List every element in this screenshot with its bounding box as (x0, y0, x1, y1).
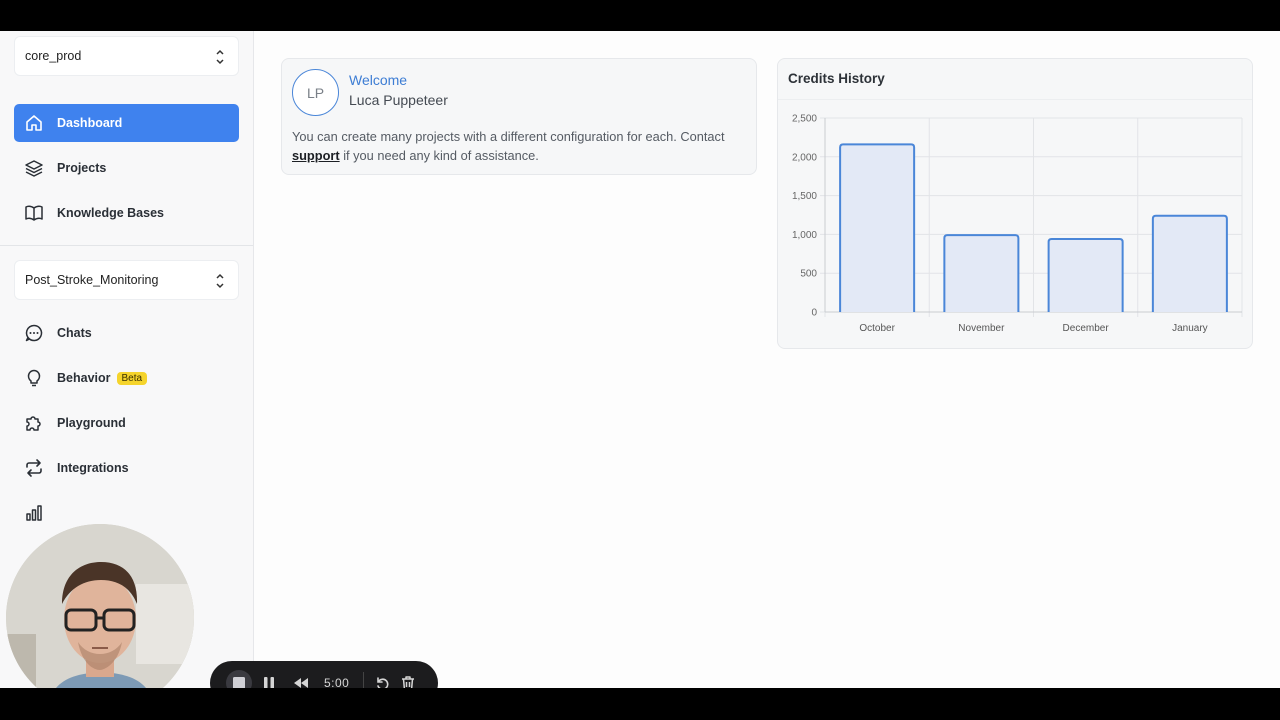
pause-icon (264, 677, 274, 688)
repeat-icon (26, 459, 42, 477)
nav-integrations-label: Integrations (57, 461, 129, 475)
sidebar-divider (0, 245, 253, 246)
y-tick-label: 2,500 (792, 114, 817, 125)
nav-analytics[interactable] (14, 494, 239, 532)
y-tick-label: 1,000 (792, 230, 817, 241)
y-tick-label: 1,500 (792, 191, 817, 202)
restart-icon (377, 677, 389, 688)
welcome-heading: Welcome (349, 72, 408, 88)
nav-behavior-label: Behavior (57, 371, 111, 385)
welcome-message: You can create many projects with a diff… (292, 127, 754, 165)
y-tick-label: 500 (800, 269, 817, 280)
welcome-card: LP Welcome Luca Puppeteer You can create… (281, 58, 757, 175)
bar-december (1047, 238, 1124, 312)
nav-knowledge-bases-label: Knowledge Bases (57, 206, 164, 220)
rewind-button[interactable] (292, 676, 310, 688)
beta-badge: Beta (116, 371, 148, 385)
rewind-icon (294, 678, 308, 688)
nav-behavior[interactable]: Behavior Beta (14, 359, 239, 397)
nav-knowledge-bases[interactable]: Knowledge Bases (14, 194, 239, 232)
trash-icon (402, 676, 415, 688)
stop-button[interactable] (226, 670, 252, 688)
x-tick-label: November (958, 323, 1005, 334)
nav-chats[interactable]: Chats (14, 314, 239, 352)
bar-november (943, 234, 1020, 312)
chart-title: Credits History (788, 71, 885, 86)
project-select[interactable]: Post_Stroke_Monitoring (14, 260, 239, 300)
x-tick-label: October (859, 323, 895, 334)
recording-controls: 5:00 (210, 661, 438, 688)
y-tick-label: 0 (811, 308, 817, 319)
workspace-select-value: core_prod (25, 49, 82, 63)
chevron-up-down-icon (216, 49, 224, 65)
nav-chats-label: Chats (57, 326, 92, 340)
support-link[interactable]: support (292, 148, 340, 163)
lightbulb-icon (27, 369, 41, 387)
nav-dashboard-label: Dashboard (57, 116, 123, 130)
recorder-divider (363, 672, 365, 688)
nav-dashboard[interactable]: Dashboard (14, 104, 239, 142)
x-tick-label: January (1172, 323, 1208, 334)
delete-button[interactable] (400, 675, 416, 688)
pause-button[interactable] (262, 676, 276, 688)
user-name: Luca Puppeteer (349, 92, 448, 108)
restart-button[interactable] (374, 675, 390, 688)
workspace-select[interactable]: core_prod (14, 36, 239, 76)
nav-projects[interactable]: Projects (14, 149, 239, 187)
credits-chart: 0 500 1,000 1,500 2,000 2,500 October November D… (792, 114, 1243, 334)
nav-playground[interactable]: Playground (14, 404, 239, 442)
y-tick-label: 2,000 (792, 152, 817, 163)
chat-bubble-icon (25, 324, 43, 342)
project-select-value: Post_Stroke_Monitoring (25, 273, 159, 287)
credits-history-card: Credits History 0 500 1,000 1,500 2,000 2,500… (777, 58, 1253, 349)
nav-integrations[interactable]: Integrations (14, 449, 239, 487)
welcome-message-tail: if you need any kind of assistance. (339, 148, 539, 163)
chevron-up-down-icon (216, 273, 224, 289)
recording-timer: 5:00 (324, 676, 350, 688)
layers-icon (25, 160, 43, 177)
avatar: LP (292, 69, 339, 116)
x-tick-label: December (1063, 323, 1110, 334)
bar-chart-icon (26, 505, 42, 521)
app-window: core_prod Dashboard Projects Knowledge B… (0, 31, 1280, 688)
welcome-message-text: You can create many projects with a diff… (292, 129, 725, 144)
bar-october (839, 143, 916, 312)
bar-january (1151, 214, 1228, 312)
home-icon (26, 115, 42, 131)
nav-projects-label: Projects (57, 161, 107, 175)
nav-playground-label: Playground (57, 416, 126, 430)
stop-icon (233, 677, 245, 688)
book-icon (25, 205, 43, 221)
puzzle-icon (26, 416, 41, 431)
